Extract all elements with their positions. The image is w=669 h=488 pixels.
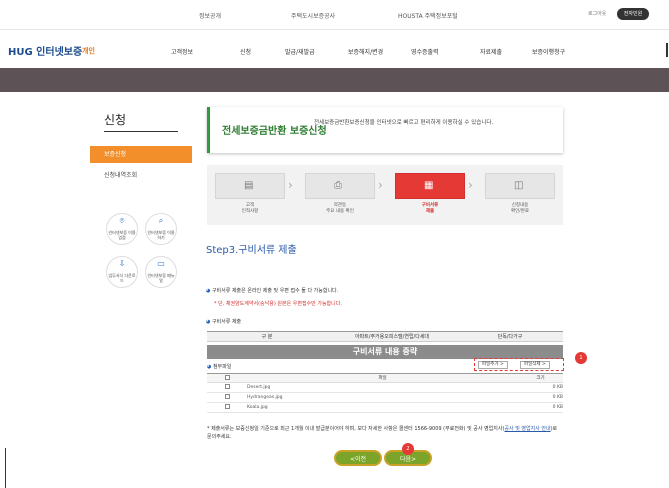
download-icon: ⇩	[118, 259, 126, 268]
table-row: Hydrangeas.jpg 0 KB	[207, 392, 563, 403]
file-name: Desert.jpg	[247, 382, 518, 393]
callout-badge-2: 2	[402, 443, 414, 455]
document-search-icon: ⎙	[334, 180, 342, 191]
omitted-content-banner: 구비서류 내용 중략	[207, 345, 563, 359]
step-2-box: ⎙	[305, 173, 375, 199]
file-size: 0 KB	[518, 392, 563, 403]
file-col-name: 파일	[247, 373, 518, 383]
e-civil-button[interactable]: 전자민원	[617, 8, 649, 20]
site-logo[interactable]: HUG 인터넷보증	[8, 43, 82, 58]
quick-link-branch[interactable]: ⌾ 인터넷보증 이용업점	[106, 213, 138, 245]
quick-link-usage[interactable]: ⌕ 인터넷보증 이용하기	[145, 213, 177, 245]
notice-line-3: ◕ 구비서류 제출	[206, 318, 241, 325]
logo-sub-label: 개인	[82, 47, 95, 55]
main-nav	[0, 30, 669, 68]
doc-col-category: 구 분	[207, 331, 327, 342]
row-checkbox[interactable]	[224, 394, 230, 399]
chevron-right-icon: ›	[378, 178, 383, 192]
file-name: Koala.jpg	[247, 402, 518, 413]
notice-warning: * 단, 채권양도계약서(승낙용) 원본은 우편접수만 가능합니다.	[214, 301, 342, 307]
step-3-label: 구비서류 제출	[421, 203, 439, 214]
step-heading: Step3.구비서류 제출	[206, 245, 297, 256]
sidebar-title: 신청	[104, 113, 127, 127]
step-1-label: 고객 인적사항	[241, 203, 259, 214]
doc-col-detached: 단독/다가구	[457, 331, 563, 342]
row-checkbox[interactable]	[224, 404, 230, 409]
table-row: Desert.jpg 0 KB	[207, 382, 563, 393]
quick-link-label: 인터넷보증 이용하기	[147, 230, 175, 240]
nav-claim[interactable]: 보증이행청구	[532, 47, 565, 56]
notice-line-1: ◕ 구비서류 제출은 온라인 제출 및 우편 접수 둘 다 가능합니다.	[206, 287, 338, 294]
step-4-label: 신청내용 확인/완료	[510, 203, 530, 214]
delete-file-button[interactable]: 파일삭제 >	[520, 361, 550, 369]
top-utility-bar: 정보공개 주택도시보증공사 HOUSTA 주택정보포털 로그아웃 전자민원	[0, 0, 669, 30]
doc-col-apartment: 아파트/주거용오피스텔/연립/다세대	[327, 331, 457, 342]
page-title: 전세보증금반환 보증신청	[222, 126, 327, 137]
sidebar-item-history[interactable]: 신청내역조회	[104, 170, 137, 179]
attachment-label-text: 첨부파일	[212, 364, 232, 370]
chevron-right-icon: ›	[468, 178, 473, 192]
file-col-size: 크기	[518, 373, 563, 383]
location-icon: ⌾	[119, 216, 125, 225]
notice-text: 구비서류 제출은 온라인 제출 및 우편 접수 둘 다 가능합니다.	[211, 288, 339, 294]
footnote-text: * 제출서류는 보증신청일 기준으로 최근 1개월 이내 발급분이어야 하며, …	[207, 426, 505, 432]
quick-link-manual[interactable]: ▭ 인터넷보증 매뉴얼	[145, 256, 177, 288]
sidebar-item-apply[interactable]: 보증신청	[90, 146, 192, 163]
chevron-right-icon: ›	[288, 178, 293, 192]
nav-receipt[interactable]: 영수증출력	[411, 47, 439, 56]
step-4-box: ◫	[485, 173, 555, 199]
page-description: 전세보증금반환보증신청을 인터넷으로 빠르고 편리하게 이용하실 수 있습니다.	[314, 120, 494, 126]
book-icon: ▭	[157, 259, 165, 268]
nav-submit-docs[interactable]: 자료제출	[480, 47, 502, 56]
file-name: Hydrangeas.jpg	[247, 392, 518, 403]
top-link-hug[interactable]: 주택도시보증공사	[291, 11, 335, 20]
logout-link[interactable]: 로그아웃	[588, 10, 606, 17]
section-label: 구비서류 제출	[211, 319, 242, 325]
quick-link-label: 인터넷보증 이용업점	[108, 230, 136, 240]
file-size: 0 KB	[518, 382, 563, 393]
step-1-box: ▤	[215, 173, 285, 199]
file-col-select	[207, 373, 247, 383]
header-band	[0, 68, 669, 92]
nav-issue[interactable]: 발급/재발급	[285, 47, 315, 56]
quick-link-label: 업무서식 다운로드	[108, 273, 136, 283]
step-2-label: 약관등 주요 내용 확인	[326, 203, 354, 214]
attachment-label: ◕ 첨부파일	[207, 363, 231, 370]
step-3-box: ▦	[395, 173, 465, 199]
step-indicator: ▤ › ⎙ › ▦ › ◫ 고객 인적사항 약관등 주요 내용 확인 구비서류 …	[207, 165, 563, 225]
branch-info-link[interactable]: 공사 및 영업지사 안내	[504, 426, 550, 432]
top-link-disclosure[interactable]: 정보공개	[199, 11, 221, 20]
id-card-icon: ▤	[244, 180, 254, 191]
quick-link-label: 인터넷보증 매뉴얼	[147, 273, 175, 283]
add-file-button[interactable]: 파일추가 >	[478, 361, 508, 369]
nav-apply[interactable]: 신청	[240, 47, 251, 56]
row-checkbox[interactable]	[224, 384, 230, 389]
sidebar-divider	[104, 131, 178, 132]
callout-badge-1: 1	[575, 352, 587, 364]
nav-terminate[interactable]: 보증해지/변경	[348, 47, 383, 56]
file-table: 파일 크기 Desert.jpg 0 KB Hydrangeas.jpg 0 K…	[207, 373, 563, 413]
quick-link-forms[interactable]: ⇩ 업무서식 다운로드	[106, 256, 138, 288]
file-size: 0 KB	[518, 402, 563, 413]
footnote: * 제출서류는 보증신청일 기준으로 최근 1개월 이내 발급분이어야 하며, …	[207, 425, 563, 441]
select-all-checkbox[interactable]	[224, 374, 230, 380]
edge-mark	[666, 43, 668, 57]
table-row: Koala.jpg 0 KB	[207, 402, 563, 413]
document-table: 구 분 아파트/주거용오피스텔/연립/다세대 단독/다가구	[207, 331, 563, 342]
search-icon: ⌕	[158, 216, 164, 225]
document-list-icon: ▦	[424, 180, 434, 191]
prev-button[interactable]: <이전	[334, 450, 382, 466]
page-banner: 전세보증금반환 보증신청 전세보증금반환보증신청을 인터넷으로 빠르고 편리하게…	[207, 107, 563, 153]
monitor-icon: ◫	[514, 180, 524, 191]
edge-mark	[5, 448, 6, 488]
nav-customer-info[interactable]: 고객정보	[171, 47, 193, 56]
top-link-housta[interactable]: HOUSTA 주택정보포털	[398, 11, 458, 20]
